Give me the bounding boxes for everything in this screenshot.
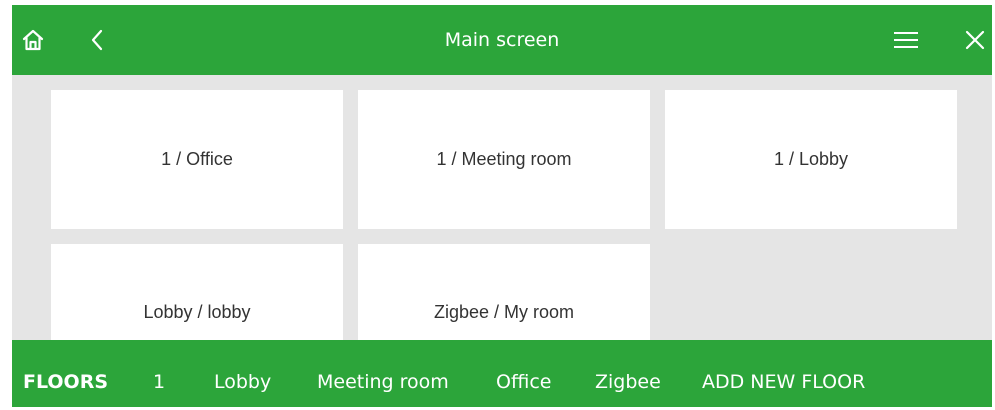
hamburger-menu-icon [894, 32, 918, 48]
room-tile-label: 1 / Meeting room [436, 149, 572, 169]
floors-heading: FLOORS [23, 371, 109, 393]
room-tile-label: Zigbee / My room [433, 302, 575, 322]
room-tile[interactable]: Zigbee / My room [358, 244, 650, 344]
room-tile-label: 1 / Office [161, 149, 233, 169]
chevron-left-icon [91, 29, 103, 51]
room-tile[interactable]: Lobby / lobby [51, 244, 343, 344]
room-tile[interactable]: 1 / Office [51, 90, 343, 229]
room-tile[interactable]: 1 / Meeting room [358, 90, 650, 229]
page-title: Main screen [444, 29, 560, 51]
floors-bar: FLOORS 1 Lobby Meeting room Office Zigbe… [12, 340, 992, 407]
app-frame: Main screen 1 / Office 1 / Meeting room … [12, 5, 992, 407]
room-tile[interactable]: 1 / Lobby [665, 90, 957, 229]
room-grid: 1 / Office 1 / Meeting room 1 / Lobby Lo… [51, 90, 959, 344]
room-tile-label: 1 / Lobby [773, 149, 849, 169]
floor-tab-zigbee[interactable]: Zigbee [595, 340, 661, 407]
floor-tab-meeting-room[interactable]: Meeting room [317, 340, 449, 407]
close-button[interactable] [958, 5, 992, 75]
add-new-floor-button[interactable]: ADD NEW FLOOR [702, 340, 865, 407]
close-icon [965, 30, 985, 50]
room-tile-label: Lobby / lobby [143, 302, 251, 322]
home-button[interactable] [16, 5, 50, 75]
menu-button[interactable] [889, 5, 923, 75]
floor-tab-1[interactable]: 1 [153, 340, 165, 407]
floor-tab-office[interactable]: Office [496, 340, 551, 407]
floor-tab-lobby[interactable]: Lobby [214, 340, 271, 407]
back-button[interactable] [84, 5, 110, 75]
home-icon [22, 29, 44, 51]
top-bar: Main screen [12, 5, 992, 75]
